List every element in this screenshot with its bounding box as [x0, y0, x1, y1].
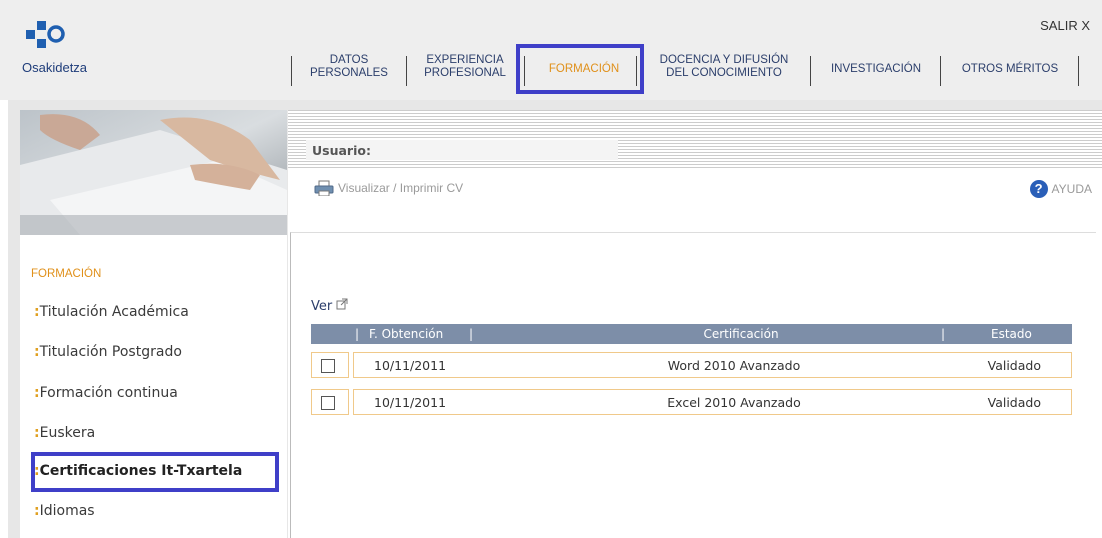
row-data-cell: 10/11/2011 Excel 2010 Avanzado Validado — [353, 389, 1072, 415]
exit-link[interactable]: SALIR X — [1040, 18, 1090, 33]
annotation-box-2 — [31, 452, 279, 492]
nav-separator — [1078, 56, 1079, 86]
row-data-cell: 10/11/2011 Word 2010 Avanzado Validado — [353, 352, 1072, 378]
osakidetza-logo[interactable]: Osakidetza — [22, 14, 132, 86]
column-header-estado[interactable]: Estado — [991, 327, 1032, 341]
sidebar-item-label: Formación continua — [39, 385, 178, 401]
content-box — [290, 232, 1096, 538]
row-checkbox[interactable] — [321, 396, 335, 410]
column-header-certificacion[interactable]: Certificación — [641, 327, 841, 341]
print-cv-label: Visualizar / Imprimir CV — [338, 181, 464, 195]
external-link-icon — [336, 298, 348, 310]
nav-label-line1: DOCENCIA Y DIFUSIÓN — [659, 54, 789, 66]
document-hands-illustration — [20, 110, 287, 235]
help-label: AYUDA — [1051, 182, 1092, 196]
nav-label-line1: EXPERIENCIA — [426, 54, 504, 66]
checkbox-cell — [311, 389, 349, 415]
sidebar-banner-image — [20, 110, 287, 235]
nav-label-line1: DATOS — [329, 54, 369, 66]
row-checkbox[interactable] — [321, 359, 335, 373]
header-separator: | — [355, 327, 360, 341]
cell-status: Validado — [987, 358, 1041, 373]
sidebar-item-label: Euskera — [39, 425, 96, 441]
table-row[interactable]: 10/11/2011 Excel 2010 Avanzado Validado — [311, 389, 1072, 415]
nav-label-line1: INVESTIGACIÓN — [830, 63, 922, 75]
table-header: | F. Obtención | Certificación | Estado — [311, 324, 1072, 344]
nav-label-line2: PERSONALES — [310, 67, 388, 79]
nav-separator — [406, 56, 407, 86]
view-link[interactable]: Ver — [311, 298, 348, 314]
print-cv-link[interactable]: Visualizar / Imprimir CV — [314, 180, 463, 196]
header-separator: | — [469, 327, 474, 341]
nav-label-line1: OTROS MÉRITOS — [961, 63, 1059, 75]
cell-date: 10/11/2011 — [374, 395, 447, 410]
osakidetza-logo-icon — [26, 21, 65, 48]
nav-docencia-difusion[interactable]: DOCENCIA Y DIFUSIÓN DEL CONOCIMIENTO — [644, 54, 804, 80]
nav-separator — [810, 56, 811, 86]
cell-status: Validado — [987, 395, 1041, 410]
sidebar-item-titulacion-postgrado[interactable]: :Titulación Postgrado — [34, 344, 182, 360]
sidebar-item-label: Idiomas — [39, 503, 95, 519]
sidebar-item-formacion-continua[interactable]: :Formación continua — [34, 385, 178, 401]
printer-icon — [314, 180, 334, 196]
annotation-box-1 — [516, 44, 644, 94]
sidebar-item-label: Titulación Académica — [39, 304, 189, 320]
cell-certification: Word 2010 Avanzado — [667, 358, 801, 373]
user-label: Usuario: — [312, 143, 371, 158]
nav-label-line2: DEL CONOCIMIENTO — [666, 67, 782, 79]
help-link[interactable]: ? AYUDA — [1029, 180, 1092, 198]
nav-datos-personales[interactable]: DATOS PERSONALES — [300, 54, 398, 80]
cell-date: 10/11/2011 — [374, 358, 447, 373]
sidebar-item-euskera[interactable]: :Euskera — [34, 425, 95, 441]
help-icon: ? — [1029, 180, 1048, 198]
sidebar-section-title: FORMACIÓN — [31, 268, 102, 280]
nav-separator — [940, 56, 941, 86]
column-header-fecha[interactable]: F. Obtención — [369, 327, 443, 341]
sidebar-item-label: Titulación Postgrado — [39, 344, 182, 360]
checkbox-cell — [311, 352, 349, 378]
sidebar-item-idiomas[interactable]: :Idiomas — [34, 503, 95, 519]
header-separator: | — [941, 327, 946, 341]
sidebar-item-titulacion-academica[interactable]: :Titulación Académica — [34, 304, 189, 320]
table-row[interactable]: 10/11/2011 Word 2010 Avanzado Validado — [311, 352, 1072, 378]
cell-certification: Excel 2010 Avanzado — [667, 395, 801, 410]
nav-experiencia-profesional[interactable]: EXPERIENCIA PROFESIONAL — [414, 54, 516, 80]
nav-otros-meritos[interactable]: OTROS MÉRITOS — [946, 63, 1074, 76]
view-label: Ver — [311, 299, 333, 314]
nav-investigacion[interactable]: INVESTIGACIÓN — [816, 63, 936, 76]
nav-label-line2: PROFESIONAL — [424, 67, 506, 79]
logo-text: Osakidetza — [22, 60, 88, 75]
nav-separator — [291, 56, 292, 86]
